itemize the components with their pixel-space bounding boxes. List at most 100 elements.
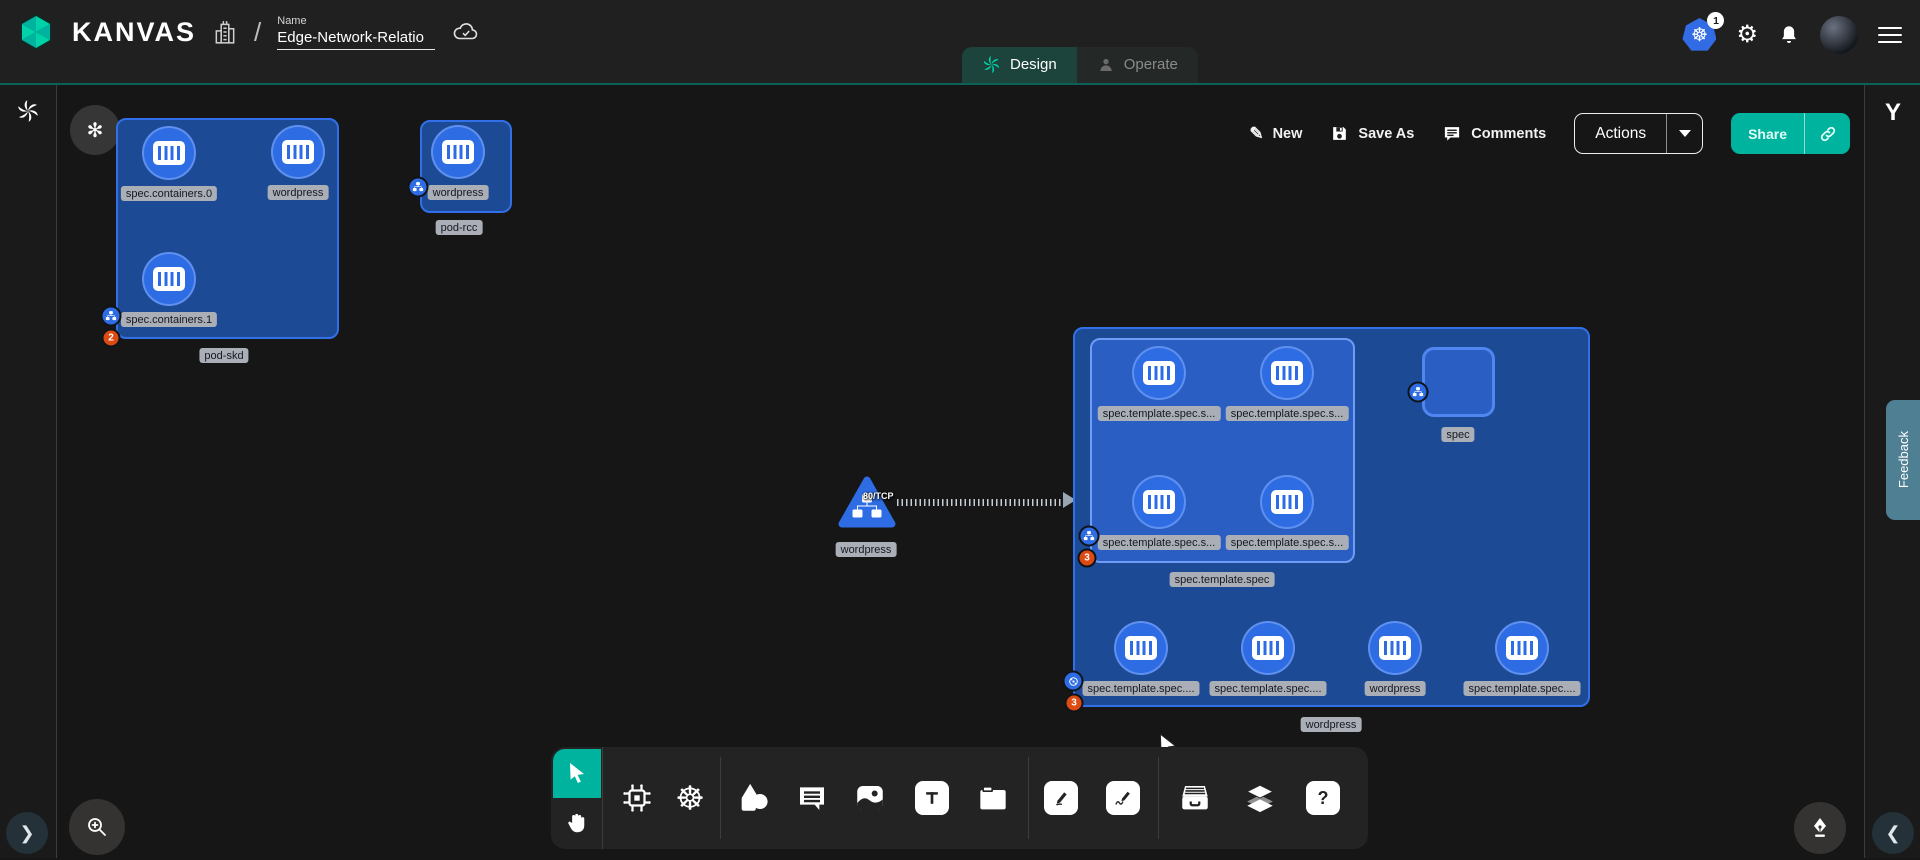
container-node-spec-containers-1[interactable] — [142, 252, 196, 306]
mode-tabs: Design Operate — [962, 47, 1198, 83]
pan-tool-button[interactable] — [553, 798, 601, 847]
container-node-template-3[interactable] — [1260, 475, 1314, 529]
organization-icon[interactable] — [212, 17, 238, 47]
breadcrumb-separator: / — [254, 17, 261, 48]
k8s-context-switcher[interactable]: ☸ 1 — [1682, 18, 1716, 52]
left-sidebar: ❯ — [0, 85, 57, 858]
kubernetes-components-tool[interactable]: ☸ — [675, 782, 705, 815]
helm-wheel-icon: ☸ — [675, 782, 705, 815]
actions-caret-button[interactable] — [1666, 114, 1702, 153]
toolbar-divider — [602, 747, 603, 849]
service-edge[interactable] — [897, 499, 1065, 506]
node-label[interactable]: spec.template.spec.s... — [1098, 535, 1221, 550]
tab-design[interactable]: Design — [962, 47, 1077, 83]
design-canvas[interactable]: ✎ New Save As — [57, 85, 1864, 858]
component-shapes-tool[interactable] — [619, 780, 655, 816]
group-label[interactable]: wordpress — [1301, 717, 1362, 732]
layers-tool[interactable] — [1243, 781, 1277, 815]
node-label[interactable]: spec.template.spec.... — [1083, 681, 1200, 696]
node-label[interactable]: spec.template.spec.s... — [1098, 406, 1221, 421]
node-label[interactable]: spec.containers.1 — [121, 312, 217, 327]
node-label[interactable]: spec.template.spec.... — [1210, 681, 1327, 696]
kanvas-logo-icon[interactable] — [16, 12, 56, 52]
node-label[interactable]: spec.template.spec.s... — [1226, 406, 1349, 421]
design-name-label: Name — [277, 15, 435, 27]
group-label[interactable]: pod-rcc — [436, 220, 483, 235]
service-node-wordpress[interactable] — [838, 476, 896, 528]
container-node-bottom-1[interactable] — [1241, 621, 1295, 675]
new-button[interactable]: ✎ New — [1249, 124, 1302, 144]
save-as-button[interactable]: Save As — [1330, 124, 1414, 143]
help-tool[interactable]: ? — [1306, 781, 1340, 815]
pod-badge-icon[interactable] — [1408, 382, 1429, 403]
settings-gear-icon[interactable]: ⚙ — [1736, 23, 1758, 47]
hamburger-menu-icon[interactable] — [1878, 27, 1902, 44]
node-label[interactable]: spec.containers.0 — [121, 186, 217, 201]
node-label[interactable]: spec.template.spec.... — [1464, 681, 1581, 696]
pen-nib-button[interactable] — [1794, 802, 1846, 854]
sketch-tool[interactable] — [1044, 781, 1078, 815]
note-tool[interactable] — [977, 782, 1009, 814]
toolbar-divider — [720, 757, 721, 839]
select-tool-button[interactable] — [553, 749, 601, 798]
right-sidebar: Y Feedback ❮ — [1864, 85, 1920, 858]
meshery-spiral-icon[interactable] — [16, 99, 40, 123]
image-tool[interactable] — [853, 781, 887, 815]
node-label[interactable]: wordpress — [836, 542, 897, 557]
drawer-tool[interactable] — [1178, 781, 1212, 815]
operate-person-icon — [1097, 56, 1115, 74]
comment-tool[interactable] — [796, 782, 828, 814]
group-spec-template-spec[interactable] — [1090, 338, 1355, 563]
k8s-context-count-badge: 1 — [1707, 12, 1724, 29]
zoom-button[interactable] — [69, 799, 125, 855]
pod-badge-icon[interactable] — [1079, 526, 1100, 547]
node-label[interactable]: spec.template.spec.s... — [1226, 535, 1349, 550]
flower-icon-button[interactable]: ✻ — [70, 105, 120, 155]
node-label[interactable]: spec — [1441, 427, 1474, 442]
group-label[interactable]: pod-skd — [199, 348, 248, 363]
share-button[interactable]: Share — [1731, 113, 1850, 154]
container-icon — [1252, 636, 1284, 660]
y-icon[interactable]: Y — [1865, 99, 1920, 127]
container-node-wordpress[interactable] — [271, 125, 325, 179]
pod-badge-icon[interactable] — [101, 306, 122, 327]
floppy-icon — [1330, 124, 1349, 143]
container-node-template-2[interactable] — [1132, 475, 1186, 529]
container-node-bottom-3[interactable] — [1495, 621, 1549, 675]
actions-dropdown-button[interactable]: Actions — [1574, 113, 1703, 154]
container-node-spec-containers-0[interactable] — [142, 126, 196, 180]
shapes-tool[interactable] — [736, 781, 770, 815]
feedback-button[interactable]: Feedback — [1886, 400, 1920, 520]
container-node-template-1[interactable] — [1260, 346, 1314, 400]
expand-left-panel-button[interactable]: ❯ — [6, 812, 48, 854]
text-tool[interactable] — [915, 781, 949, 815]
container-node-template-0[interactable] — [1132, 346, 1186, 400]
group-label[interactable]: spec.template.spec — [1170, 572, 1275, 587]
node-label[interactable]: wordpress — [1365, 681, 1426, 696]
design-name-field: Name — [277, 15, 435, 50]
container-node-bottom-0[interactable] — [1114, 621, 1168, 675]
design-name-input[interactable] — [277, 29, 435, 50]
container-node-wordpress-rcc[interactable] — [431, 125, 485, 179]
collapse-right-panel-button[interactable]: ❮ — [1872, 812, 1914, 854]
error-count-badge[interactable]: 3 — [1065, 694, 1084, 713]
container-node-bottom-2[interactable] — [1368, 621, 1422, 675]
app-header: KANVAS / Name — [0, 0, 1920, 85]
spec-node[interactable] — [1422, 347, 1495, 417]
user-avatar[interactable] — [1820, 16, 1858, 54]
copy-link-button[interactable] — [1804, 113, 1850, 154]
container-icon — [1271, 490, 1303, 514]
tab-operate[interactable]: Operate — [1077, 47, 1198, 83]
node-label[interactable]: wordpress — [428, 185, 489, 200]
error-count-badge[interactable]: 2 — [102, 329, 121, 348]
notifications-bell-icon[interactable] — [1778, 23, 1800, 47]
pod-badge-icon[interactable] — [408, 177, 429, 198]
container-icon — [153, 141, 185, 165]
container-icon — [1506, 636, 1538, 660]
comments-button[interactable]: Comments — [1442, 124, 1546, 143]
container-icon — [1125, 636, 1157, 660]
node-label[interactable]: wordpress — [268, 185, 329, 200]
deployment-badge-icon[interactable] — [1063, 671, 1084, 692]
freehand-draw-tool[interactable] — [1106, 781, 1140, 815]
error-count-badge[interactable]: 3 — [1078, 549, 1097, 568]
